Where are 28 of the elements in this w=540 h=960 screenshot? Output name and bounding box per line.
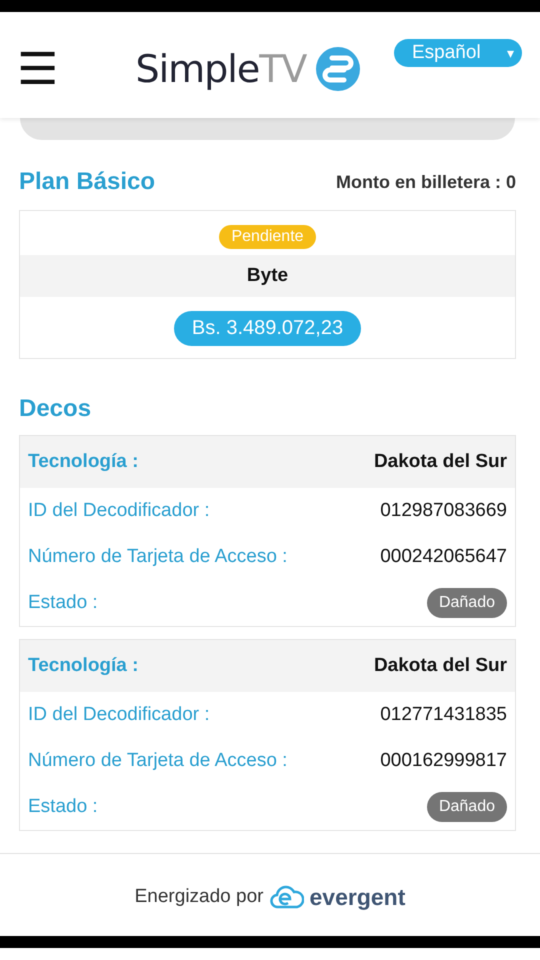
- field-value: Dakota del Sur: [374, 451, 507, 473]
- field-label: Número de Tarjeta de Acceso :: [28, 546, 288, 568]
- footer-text: Energizado por: [134, 886, 264, 908]
- brand-name: evergent: [310, 884, 406, 910]
- field-value: Dakota del Sur: [374, 655, 507, 677]
- field-value: 012771431835: [380, 704, 507, 726]
- field-label: ID del Decodificador :: [28, 704, 210, 726]
- field-label: Tecnología :: [28, 451, 138, 473]
- status-badge: Dañado: [426, 792, 507, 822]
- cloud-icon: [270, 884, 304, 910]
- field-value: 012987083669: [380, 500, 507, 522]
- price-badge: Bs. 3.489.072,23: [174, 311, 362, 346]
- field-value: 000242065647: [380, 546, 507, 568]
- logo-icon: [316, 47, 360, 91]
- field-label: Estado :: [28, 592, 98, 614]
- menu-button[interactable]: ☰: [17, 48, 58, 92]
- wallet-amount: Monto en billetera : 0: [336, 172, 516, 192]
- logo-text: SimpleTV: [135, 47, 306, 91]
- field-value: 000162999817: [380, 750, 507, 772]
- section-title: Plan Básico: [19, 168, 156, 196]
- field-label: Número de Tarjeta de Acceso :: [28, 750, 288, 772]
- status-badge: Pendiente: [219, 225, 316, 249]
- plan-name: Byte: [20, 255, 515, 297]
- field-label: Tecnología :: [28, 655, 138, 677]
- field-label: Estado :: [28, 796, 98, 818]
- field-label: ID del Decodificador :: [28, 500, 210, 522]
- section-title: Decos: [19, 395, 92, 423]
- status-badge: Dañado: [426, 588, 507, 618]
